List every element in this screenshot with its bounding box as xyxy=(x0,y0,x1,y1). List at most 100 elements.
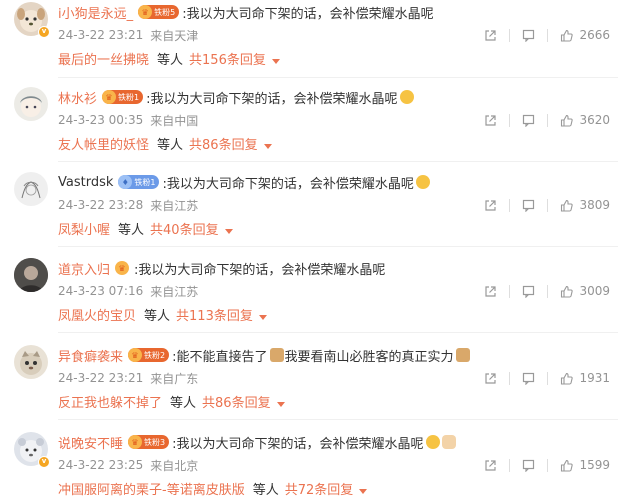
divider xyxy=(547,458,549,472)
crown-icon: ♦ xyxy=(118,175,133,189)
doge-emoji-icon xyxy=(455,348,470,362)
comment-icon[interactable] xyxy=(522,372,535,385)
anime-avatar-icon xyxy=(20,96,42,117)
like-count: 3009 xyxy=(579,284,610,298)
like-icon[interactable] xyxy=(560,114,574,127)
comment-icon[interactable] xyxy=(522,199,535,212)
comment-time: 24-3-22 23:28 xyxy=(58,198,144,212)
divider xyxy=(58,419,618,420)
username[interactable]: Vastrdsk xyxy=(58,175,113,190)
reply-username[interactable]: 凤凰火的宝贝 xyxy=(58,305,136,329)
like-icon[interactable] xyxy=(560,199,574,212)
divider xyxy=(547,28,549,42)
fan-badge[interactable]: ♛ 铁粉3 xyxy=(128,435,170,449)
comment-text: :我以为大司命下架的话，会补偿荣耀水晶呢 xyxy=(182,6,434,22)
laugh-cry-face-icon xyxy=(425,435,440,449)
like-icon[interactable] xyxy=(560,285,574,298)
reply-username[interactable]: 最后的一丝拂晓 xyxy=(58,49,149,73)
username[interactable]: 林水衫 xyxy=(58,88,97,107)
divider xyxy=(547,113,549,127)
username[interactable]: i小狗是永远_ xyxy=(58,3,133,22)
divider xyxy=(58,246,618,247)
avatar[interactable] xyxy=(14,87,48,121)
crown-icon: ♛ xyxy=(102,90,117,104)
comment-item: v i小狗是永远_ ♛ 铁粉5 :我以为大司命下架的话，会补偿荣耀水晶呢 24-3… xyxy=(0,2,618,86)
comment-icon[interactable] xyxy=(522,29,535,42)
comment-time: 24-3-22 23:21 xyxy=(58,28,144,42)
fan-badge[interactable]: ♛ 铁粉5 xyxy=(138,5,180,19)
comment-location: 来自江苏 xyxy=(150,284,199,299)
share-icon[interactable] xyxy=(484,372,497,385)
divider xyxy=(509,371,511,385)
comment-item: 异食癖袭来 ♛ 铁粉2 :能不能直接告了 我要看南山必胜客的真正实力 24-3-2… xyxy=(0,345,618,429)
username[interactable]: 说晚安不睡 xyxy=(58,433,123,452)
reply-summary[interactable]: 凤凰火的宝贝 等人 共113条回复 xyxy=(58,305,267,329)
reply-username[interactable]: 友人帐里的妖怪 xyxy=(58,134,149,158)
reply-summary[interactable]: 冲国服阿离的栗子-等诺离皮肤版 等人 共72条回复 xyxy=(58,479,368,503)
avatar[interactable] xyxy=(14,345,48,379)
reply-summary[interactable]: 反正我也躲不掉了 等人 共86条回复 xyxy=(58,392,285,416)
reply-summary[interactable]: 友人帐里的妖怪 等人 共86条回复 xyxy=(58,134,272,158)
avatar[interactable] xyxy=(14,172,48,206)
share-icon[interactable] xyxy=(484,29,497,42)
reply-username[interactable]: 凤梨小喔 xyxy=(58,219,110,243)
chevron-down-icon[interactable] xyxy=(271,58,280,64)
like-count: 1931 xyxy=(579,371,610,385)
comment-time: 24-3-22 23:25 xyxy=(58,458,144,472)
comment-time: 24-3-23 07:16 xyxy=(58,284,144,298)
comment-text-continued: 我要看南山必胜客的真正实力 xyxy=(284,349,454,365)
chevron-down-icon[interactable] xyxy=(359,488,368,494)
chevron-down-icon[interactable] xyxy=(263,143,272,149)
like-count: 3620 xyxy=(579,113,610,127)
divider xyxy=(547,371,549,385)
reply-summary[interactable]: 凤梨小喔 等人 共40条回复 xyxy=(58,219,233,243)
divider xyxy=(58,77,618,78)
verified-badge-icon: v xyxy=(38,26,50,38)
chevron-down-icon[interactable] xyxy=(276,401,285,407)
like-icon[interactable] xyxy=(560,459,574,472)
reply-username[interactable]: 反正我也躲不掉了 xyxy=(58,392,162,416)
divider xyxy=(509,284,511,298)
reply-count[interactable]: 共86条回复 xyxy=(189,134,258,158)
victory-hand-icon xyxy=(441,435,456,449)
divider xyxy=(509,198,511,212)
reply-summary[interactable]: 最后的一丝拂晓 等人 共156条回复 xyxy=(58,49,280,73)
comment-item: 林水衫 ♛ 铁粉1 :我以为大司命下架的话，会补偿荣耀水晶呢 24-3-23 00… xyxy=(0,87,618,171)
fan-badge[interactable]: ♛ 铁粉1 xyxy=(102,90,144,104)
divider xyxy=(547,198,549,212)
username[interactable]: 异食癖袭来 xyxy=(58,346,123,365)
username[interactable]: 道京入归 xyxy=(58,259,110,278)
share-icon[interactable] xyxy=(484,285,497,298)
comment-icon[interactable] xyxy=(522,285,535,298)
comment-item: v 说晚安不睡 ♛ 铁粉3 :我以为大司命下架的话，会补偿荣耀水晶呢 24-3-2… xyxy=(0,432,618,503)
comment-time: 24-3-23 00:35 xyxy=(58,113,144,127)
comment-icon[interactable] xyxy=(522,114,535,127)
like-count: 3809 xyxy=(579,198,610,212)
comment-item: Vastrdsk ♦ 铁粉1 :我以为大司命下架的话，会补偿荣耀水晶呢 24-3-… xyxy=(0,172,618,256)
share-icon[interactable] xyxy=(484,459,497,472)
reply-count[interactable]: 共86条回复 xyxy=(202,392,271,416)
reply-count[interactable]: 共72条回复 xyxy=(285,479,354,503)
comment-location: 来自江苏 xyxy=(150,198,199,213)
like-icon[interactable] xyxy=(560,372,574,385)
fan-badge[interactable]: ♛ 铁粉2 xyxy=(128,348,170,362)
avatar[interactable] xyxy=(14,258,48,292)
reply-count[interactable]: 共156条回复 xyxy=(189,49,266,73)
reply-count[interactable]: 共113条回复 xyxy=(176,305,253,329)
reply-count[interactable]: 共40条回复 xyxy=(150,219,219,243)
share-icon[interactable] xyxy=(484,199,497,212)
divider xyxy=(58,332,618,333)
chevron-down-icon[interactable] xyxy=(224,228,233,234)
like-count: 2666 xyxy=(579,28,610,42)
comment-icon[interactable] xyxy=(522,459,535,472)
fan-badge[interactable]: ♛ xyxy=(115,261,131,275)
share-icon[interactable] xyxy=(484,114,497,127)
reply-username[interactable]: 冲国服阿离的栗子-等诺离皮肤版 xyxy=(58,479,245,503)
comment-location: 来自中国 xyxy=(150,113,199,128)
like-icon[interactable] xyxy=(560,29,574,42)
comment-text: :我以为大司命下架的话，会补偿荣耀水晶呢 xyxy=(162,176,414,192)
chevron-down-icon[interactable] xyxy=(258,314,267,320)
fan-badge[interactable]: ♦ 铁粉1 xyxy=(118,175,160,189)
crown-icon: ♛ xyxy=(128,348,143,362)
comment-text: :能不能直接告了 xyxy=(172,349,268,365)
